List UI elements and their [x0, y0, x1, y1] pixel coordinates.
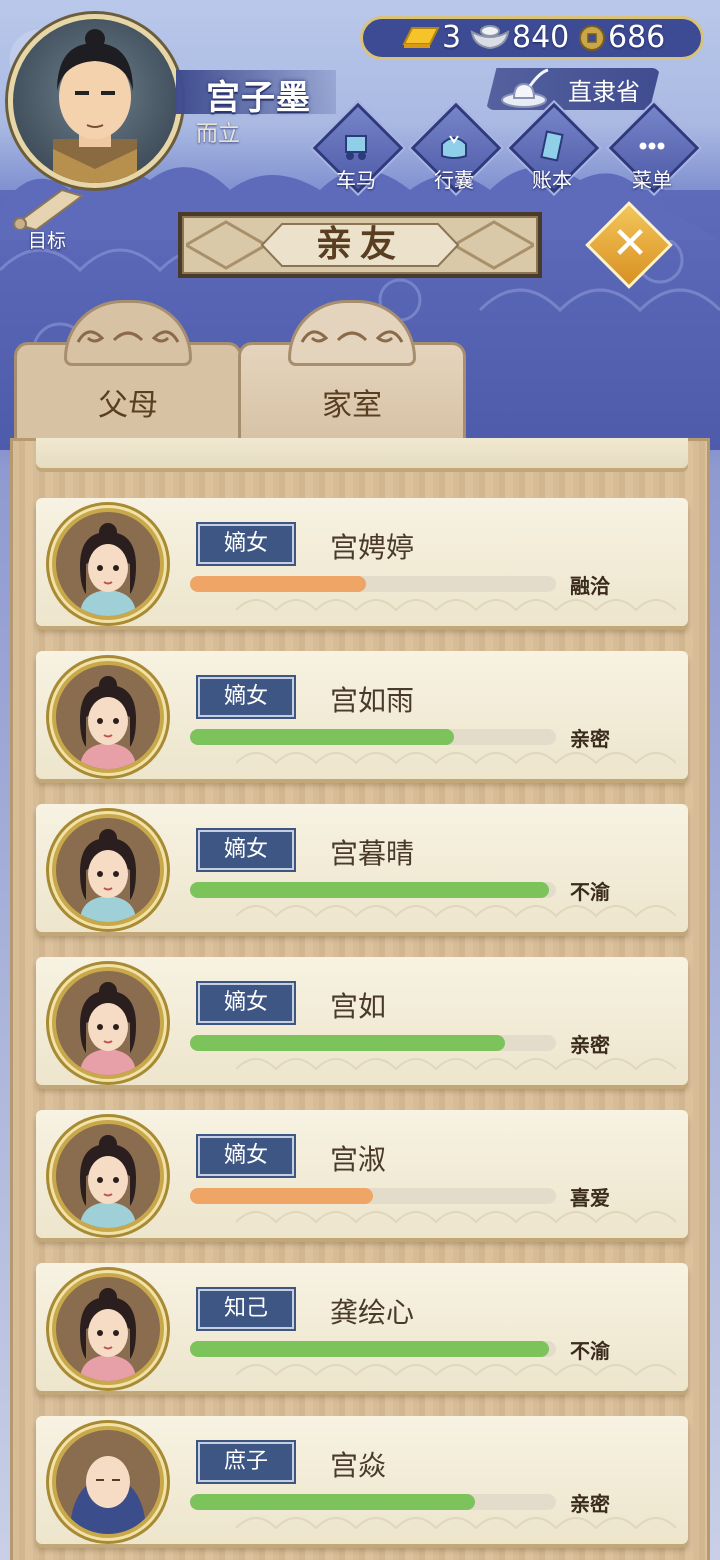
list-item-partial: [36, 438, 688, 468]
carriage-label: 车马: [336, 168, 376, 192]
relation-tag: 知己: [196, 1287, 296, 1331]
relative-avatar: [52, 814, 164, 926]
list-item[interactable]: 嫡女 宫淑 喜爱: [36, 1110, 688, 1238]
relationship-status: 亲密: [570, 1492, 610, 1516]
affinity-fill: [190, 1188, 373, 1204]
relationship-status: 亲密: [570, 727, 610, 751]
silver-count: 840: [512, 20, 570, 55]
relative-name: 龚绘心: [330, 1296, 415, 1329]
list-item[interactable]: 嫡女 宫如 亲密: [36, 957, 688, 1085]
list-item[interactable]: 庶子 宫焱 亲密: [36, 1416, 688, 1544]
more-icon: [639, 142, 665, 150]
ledger-button[interactable]: 账本: [508, 102, 600, 194]
bundle-button[interactable]: 行囊: [410, 102, 502, 194]
ledger-label: 账本: [532, 168, 572, 192]
close-icon: ✕: [611, 218, 649, 269]
gold-ingot-icon: [402, 27, 440, 48]
relative-name: 宫淑: [330, 1143, 387, 1176]
affinity-fill: [190, 1341, 549, 1357]
affinity-fill: [190, 1494, 476, 1510]
list-item[interactable]: 知己 龚绘心 不渝: [36, 1263, 688, 1391]
relation-tag: 嫡女: [196, 522, 296, 566]
menu-button[interactable]: 菜单: [608, 102, 700, 194]
relation-tag: 嫡女: [196, 981, 296, 1025]
relative-avatar: [52, 1273, 164, 1385]
affinity-fill: [190, 1035, 505, 1051]
ledger-icon: [540, 130, 564, 162]
list-item[interactable]: 嫡女 宫如雨 亲密: [36, 651, 688, 779]
carriage-icon: [345, 135, 367, 160]
relative-name: 宫如: [330, 990, 387, 1023]
affinity-fill: [190, 729, 454, 745]
affinity-bar: [190, 1341, 556, 1357]
relationship-status: 融洽: [570, 574, 610, 598]
relative-name: 宫暮晴: [330, 837, 415, 870]
affinity-bar: [190, 882, 556, 898]
affinity-bar: [190, 1035, 556, 1051]
relative-name: 宫娉婷: [330, 531, 415, 564]
silver-ingot-icon: [470, 25, 510, 50]
relative-avatar: [52, 508, 164, 620]
affinity-fill: [190, 576, 366, 592]
gold-count: 3: [442, 20, 462, 55]
affinity-fill: [190, 882, 549, 898]
player-title: 而立: [196, 122, 241, 147]
tab-ornament: [76, 330, 180, 343]
location-label: 直隶省: [568, 78, 640, 106]
relationship-status: 不渝: [570, 1339, 610, 1363]
relative-name: 宫焱: [330, 1449, 387, 1482]
relation-tag: 庶子: [196, 1440, 296, 1484]
tab-ornament: [300, 330, 404, 343]
relationship-status: 亲密: [570, 1033, 610, 1057]
affinity-bar: [190, 1494, 556, 1510]
page-title: 亲友: [315, 224, 404, 265]
affinity-bar: [190, 729, 556, 745]
page-title-banner: 亲友: [178, 212, 542, 278]
relative-avatar: [52, 967, 164, 1079]
carriage-button[interactable]: 车马: [312, 102, 404, 194]
player-name: 宫子墨: [206, 78, 311, 118]
bundle-label: 行囊: [434, 168, 474, 192]
scroll-icon: [13, 188, 85, 232]
relative-name: 宫如雨: [330, 684, 415, 717]
relation-tag: 嫡女: [196, 828, 296, 872]
goal-label: 目标: [28, 230, 67, 252]
tab-family[interactable]: 家室: [238, 300, 466, 450]
relative-avatar: [52, 1120, 164, 1232]
bundle-icon: [441, 135, 467, 159]
tab-family-label: 家室: [322, 388, 382, 423]
affinity-bar: [190, 1188, 556, 1204]
menu-label: 菜单: [632, 168, 672, 192]
relation-tag: 嫡女: [196, 675, 296, 719]
copper-coin-icon: [579, 25, 605, 51]
coin-count: 686: [608, 20, 666, 55]
list-item[interactable]: 嫡女 宫娉婷 融洽: [36, 498, 688, 626]
tab-parents[interactable]: 父母: [14, 300, 242, 450]
tab-parents-label: 父母: [98, 388, 158, 423]
relative-avatar: [52, 1426, 164, 1538]
relation-tag: 嫡女: [196, 1134, 296, 1178]
relationship-status: 喜爱: [570, 1186, 610, 1210]
player-avatar[interactable]: [8, 14, 182, 188]
list-item[interactable]: 嫡女 宫暮晴 不渝: [36, 804, 688, 932]
affinity-bar: [190, 576, 556, 592]
official-hat-icon: [501, 68, 549, 108]
relationship-status: 不渝: [570, 880, 610, 904]
relative-avatar: [52, 661, 164, 773]
